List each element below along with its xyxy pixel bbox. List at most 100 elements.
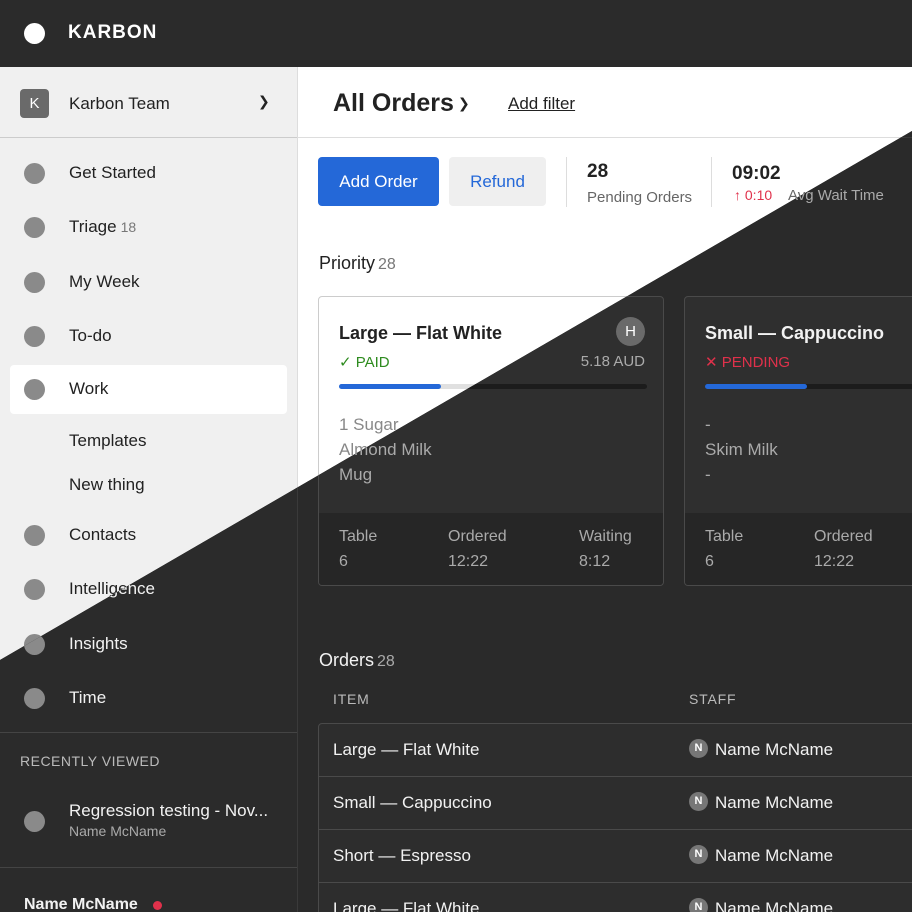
refund-button[interactable]: Refund (449, 157, 546, 206)
progress-fill (705, 384, 807, 389)
card-footer: Table 6 Ordered 12:22 Waiting 8:12 (319, 513, 663, 585)
table-row[interactable]: Short — Espresso N Name McName (319, 830, 912, 883)
nav-dot-icon (24, 379, 45, 400)
add-order-button[interactable]: Add Order (318, 157, 439, 206)
waiting-value: 8:12 (579, 553, 611, 570)
sidebar-item-to-do[interactable]: To-do (10, 312, 287, 361)
row-item: Small — Cappuccino (333, 793, 492, 812)
sidebar-item-my-week[interactable]: My Week (10, 258, 287, 307)
nav-dot-icon (24, 525, 45, 546)
ordered-label: Ordered (448, 528, 507, 545)
stat-divider (711, 157, 712, 207)
nav-dot-icon (24, 688, 45, 709)
table-value: 6 (339, 553, 348, 570)
sidebar-item-triage[interactable]: Triage18 (10, 203, 287, 252)
card-title: Large — Flat White (339, 323, 503, 343)
table-label: Table (705, 528, 744, 545)
table-row[interactable]: Large — Flat White N Name McName (319, 883, 912, 912)
ordered-value: 12:22 (448, 553, 489, 570)
brand-name: KARBON (68, 22, 158, 43)
sidebar-item-label: Time (69, 688, 107, 707)
nav-dot-icon (24, 579, 45, 600)
orders-table: Large — Flat White N Name McName Small —… (318, 723, 912, 912)
payment-status-badge: ✕ PENDING (705, 354, 791, 371)
sidebar-item-label: Work (69, 379, 109, 398)
order-detail: Mug (339, 465, 373, 484)
sidebar-subitem-templates[interactable]: Templates (69, 431, 146, 451)
priority-count: 28 (378, 256, 396, 273)
recent-item-subtitle: Name McName (69, 823, 167, 839)
card-title: Small — Cappuccino (705, 323, 885, 343)
order-detail: 1 Sugar (339, 415, 399, 434)
sidebar-item-label: Contacts (69, 525, 137, 544)
sidebar-item-label: Insights (69, 634, 128, 653)
table-row[interactable]: Large — Flat White N Name McName (319, 724, 912, 777)
ordered-value: 12:22 (814, 553, 855, 570)
recent-item-icon (24, 811, 45, 832)
sidebar-item-label: My Week (69, 272, 140, 291)
current-user-name[interactable]: Name McName (24, 896, 138, 912)
payment-status-badge: ✓ PAID (339, 354, 390, 371)
table-label: Table (339, 528, 378, 545)
pending-orders-label: Pending Orders (587, 189, 693, 206)
sidebar-item-work[interactable]: Work (10, 365, 287, 414)
team-name: Karbon Team (69, 94, 170, 113)
avg-wait-value: 09:02 (732, 163, 781, 184)
pending-orders-value: 28 (587, 161, 609, 182)
sidebar-item-label: Triage (69, 217, 117, 236)
card-price: 5.18 AUD (580, 353, 645, 370)
nav-dot-icon (24, 217, 45, 238)
ordered-label: Ordered (814, 528, 873, 545)
waiting-label: Waiting (579, 528, 632, 545)
table-value: 6 (705, 553, 714, 570)
avatar[interactable]: H (616, 317, 645, 346)
staff-avatar: N (689, 845, 708, 864)
priority-title: Priority (319, 253, 376, 273)
column-header-item[interactable]: ITEM (333, 691, 370, 707)
progress-fill (339, 384, 441, 389)
top-bar: KARBON (0, 0, 912, 67)
logo-icon[interactable] (24, 23, 45, 44)
orders-count: 28 (377, 653, 395, 670)
table-row[interactable]: Small — Cappuccino N Name McName (319, 777, 912, 830)
triage-count: 18 (120, 219, 137, 235)
sidebar-divider (0, 867, 297, 868)
staff-avatar: N (689, 898, 708, 912)
nav-dot-icon (24, 163, 45, 184)
nav-dot-icon (24, 326, 45, 347)
sidebar-divider (0, 732, 297, 733)
add-filter-link[interactable]: Add filter (508, 94, 575, 114)
recent-item-title[interactable]: Regression testing - Nov... (69, 801, 268, 821)
column-header-staff[interactable]: STAFF (689, 691, 736, 707)
orders-heading: Orders28 (319, 650, 395, 671)
page-header: All Orders ❯ Add filter (298, 67, 912, 138)
orders-title: Orders (319, 650, 375, 670)
sidebar-item-label: To-do (69, 326, 112, 345)
row-item: Short — Espresso (333, 846, 471, 865)
staff-avatar: N (689, 792, 708, 811)
avg-wait-delta: ↑ 0:10 (734, 187, 773, 203)
team-avatar: K (20, 89, 49, 118)
row-staff: Name McName (715, 899, 834, 912)
row-staff: Name McName (715, 793, 834, 812)
chevron-down-icon[interactable]: ❯ (258, 93, 270, 110)
progress-bar (705, 384, 912, 389)
sidebar-item-label: Get Started (69, 163, 156, 182)
team-switcher[interactable]: K Karbon Team ❯ (0, 67, 297, 138)
nav-dot-icon (24, 272, 45, 293)
stat-divider (566, 157, 567, 207)
order-card[interactable]: Small — Cappuccino ✕ PENDING - Skim Milk… (684, 296, 912, 586)
order-detail: - (705, 415, 711, 434)
priority-heading: Priority28 (319, 253, 396, 274)
row-staff: Name McName (715, 740, 834, 759)
notification-dot-icon (153, 901, 162, 910)
row-item: Large — Flat White (333, 740, 480, 759)
sidebar-item-get-started[interactable]: Get Started (10, 149, 287, 198)
recently-viewed-heading: RECENTLY VIEWED (20, 753, 161, 769)
page-title[interactable]: All Orders (333, 89, 454, 118)
row-item: Large — Flat White (333, 899, 480, 912)
sidebar-subitem-new-thing[interactable]: New thing (69, 475, 145, 495)
chevron-down-icon[interactable]: ❯ (458, 95, 470, 112)
sidebar-item-time[interactable]: Time (10, 674, 287, 723)
order-detail: Skim Milk (705, 440, 778, 459)
